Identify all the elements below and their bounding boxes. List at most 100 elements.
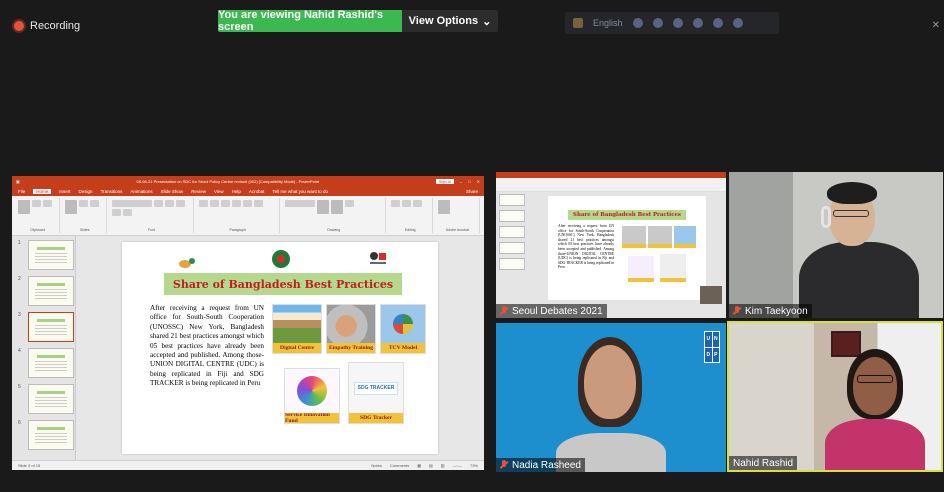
participant-tile-seoul-debates[interactable]: Share of Bangladesh Best Practices After… — [496, 172, 726, 318]
new-slide-icon[interactable] — [65, 200, 78, 214]
tab-insert[interactable]: Insert — [59, 189, 70, 194]
align-center-icon[interactable] — [231, 200, 241, 207]
participant-tile-nahid-rashid[interactable]: Nahid Rashid — [727, 321, 943, 472]
caption-empathy-training: Empathy Training — [327, 343, 375, 353]
language-label: English — [593, 18, 623, 28]
ribbon-group-drawing[interactable]: Drawing — [283, 198, 386, 233]
thumbnail-number: 3 — [18, 312, 21, 318]
notes-button[interactable]: Notes — [371, 463, 381, 468]
slide-title: Share of Bangladesh Best Practices — [164, 273, 402, 295]
view-options-label: View Options — [408, 15, 479, 27]
ribbon-group-paragraph[interactable]: Paragraph — [197, 198, 280, 233]
participant-namebar: Kim Taekyoon — [729, 304, 812, 318]
zoom-level[interactable]: 73% — [470, 463, 478, 468]
ribbon-group-font[interactable]: Font — [110, 198, 194, 233]
shared-screen: ▣ 08-06-21 Presentation on SDC for Seoul… — [12, 176, 484, 470]
italic-icon[interactable] — [176, 200, 186, 207]
thumbnail-image — [28, 312, 74, 342]
minimize-icon[interactable]: – — [460, 179, 462, 184]
tab-help[interactable]: Help — [232, 189, 241, 194]
thumbnail-image — [28, 384, 74, 414]
tab-file[interactable]: File — [18, 189, 25, 194]
reading-view-icon[interactable]: ▥ — [441, 463, 445, 468]
thumbnail-number: 4 — [18, 348, 21, 354]
create-pdf-icon[interactable] — [437, 200, 450, 214]
tab-home[interactable]: Home — [33, 189, 52, 194]
tab-acrobat[interactable]: Acrobat — [249, 189, 265, 194]
thumbnail-image — [28, 348, 74, 378]
cut-icon[interactable] — [32, 200, 41, 207]
layout-icon[interactable] — [79, 200, 89, 207]
edge-icon — [692, 18, 703, 28]
tell-me-search[interactable]: Tell me what you want to do — [272, 189, 328, 194]
view-options-button[interactable]: View Options ⌄ — [402, 10, 498, 32]
shape-fill-icon[interactable] — [344, 200, 354, 207]
numbering-icon[interactable] — [209, 200, 219, 207]
quick-styles-icon[interactable] — [330, 200, 343, 214]
mini-picture — [622, 226, 646, 248]
participant-name: Nahid Rashid — [733, 457, 794, 469]
sign-in-button[interactable]: Sign in — [435, 179, 454, 184]
participant-tile-kim-taekyoon[interactable]: Kim Taekyoon — [729, 172, 943, 318]
zoom-slider[interactable]: —◦— — [453, 463, 462, 468]
mini-slide: Share of Bangladesh Best Practices After… — [548, 196, 706, 300]
tab-animations[interactable]: Animations — [130, 189, 152, 194]
slide-thumbnail[interactable]: 1 — [18, 240, 74, 270]
tab-review[interactable]: Review — [191, 189, 206, 194]
underline-icon[interactable] — [112, 209, 122, 216]
ribbon-group-label: Drawing — [327, 228, 341, 232]
ribbon-group-label: Font — [147, 228, 155, 232]
select-icon[interactable] — [412, 200, 422, 207]
share-button[interactable]: Share — [466, 189, 478, 194]
replace-icon[interactable] — [401, 200, 411, 207]
font-color-icon[interactable] — [123, 209, 133, 216]
thumbnail-image — [28, 240, 74, 270]
bullets-icon[interactable] — [198, 200, 208, 207]
ribbon-group-slides[interactable]: Slides — [63, 198, 108, 233]
save-icon[interactable]: ▣ — [16, 179, 20, 184]
shapes-gallery[interactable] — [284, 200, 315, 207]
participant-tile-nadia-rasheed[interactable]: U N D P Nadia Rasheed — [496, 323, 726, 472]
mini-picture — [628, 256, 654, 282]
reset-icon[interactable] — [90, 200, 100, 207]
slide-thumbnail[interactable]: 6 — [18, 420, 74, 450]
hand-logo-icon — [179, 258, 195, 268]
sdg-tracker-logo-text: SDG TRACKER — [353, 381, 399, 395]
align-right-icon[interactable] — [242, 200, 252, 207]
maximize-icon[interactable]: □ — [468, 179, 470, 184]
wall-picture-frame — [831, 331, 861, 357]
recording-indicator[interactable]: Recording — [14, 20, 80, 32]
font-name-select[interactable] — [112, 200, 153, 207]
align-left-icon[interactable] — [220, 200, 230, 207]
justify-icon[interactable] — [253, 200, 263, 207]
slide-thumbnail-selected[interactable]: 3 — [18, 312, 74, 342]
font-size-select[interactable] — [154, 200, 164, 207]
video-hair — [827, 182, 877, 204]
tab-slide-show[interactable]: Slide Show — [161, 189, 184, 194]
ribbon-group-acrobat[interactable]: Adobe Acrobat — [436, 198, 480, 233]
caption-tcv-model: TCV Model — [381, 343, 425, 353]
arrange-icon[interactable] — [316, 200, 329, 214]
copy-icon[interactable] — [43, 200, 52, 207]
tab-design[interactable]: Design — [79, 189, 93, 194]
close-window-icon[interactable]: ✕ — [477, 179, 480, 184]
government-seal-icon — [272, 250, 290, 268]
mini-slide-body: After receiving a request from UN office… — [558, 224, 614, 270]
current-slide[interactable]: Share of Bangladesh Best Practices After… — [122, 242, 438, 454]
slide-counter: Slide 3 of 15 — [18, 463, 41, 468]
slide-thumbnail[interactable]: 5 — [18, 384, 74, 414]
close-icon[interactable]: ✕ — [932, 20, 940, 31]
bold-icon[interactable] — [165, 200, 175, 207]
slide-sorter-icon[interactable]: ▤ — [429, 463, 433, 468]
paste-icon[interactable] — [18, 200, 30, 214]
tab-view[interactable]: View — [214, 189, 224, 194]
comments-button[interactable]: Comments — [390, 463, 409, 468]
normal-view-icon[interactable]: ▦ — [417, 463, 421, 468]
slide-thumbnails-pane[interactable]: 1 2 3 4 5 6 — [12, 236, 76, 460]
ribbon-group-clipboard[interactable]: Clipboard — [16, 198, 61, 233]
ribbon-group-editing[interactable]: Editing — [389, 198, 433, 233]
find-icon[interactable] — [390, 200, 400, 207]
slide-thumbnail[interactable]: 2 — [18, 276, 74, 306]
slide-thumbnail[interactable]: 4 — [18, 348, 74, 378]
tab-transitions[interactable]: Transitions — [101, 189, 123, 194]
